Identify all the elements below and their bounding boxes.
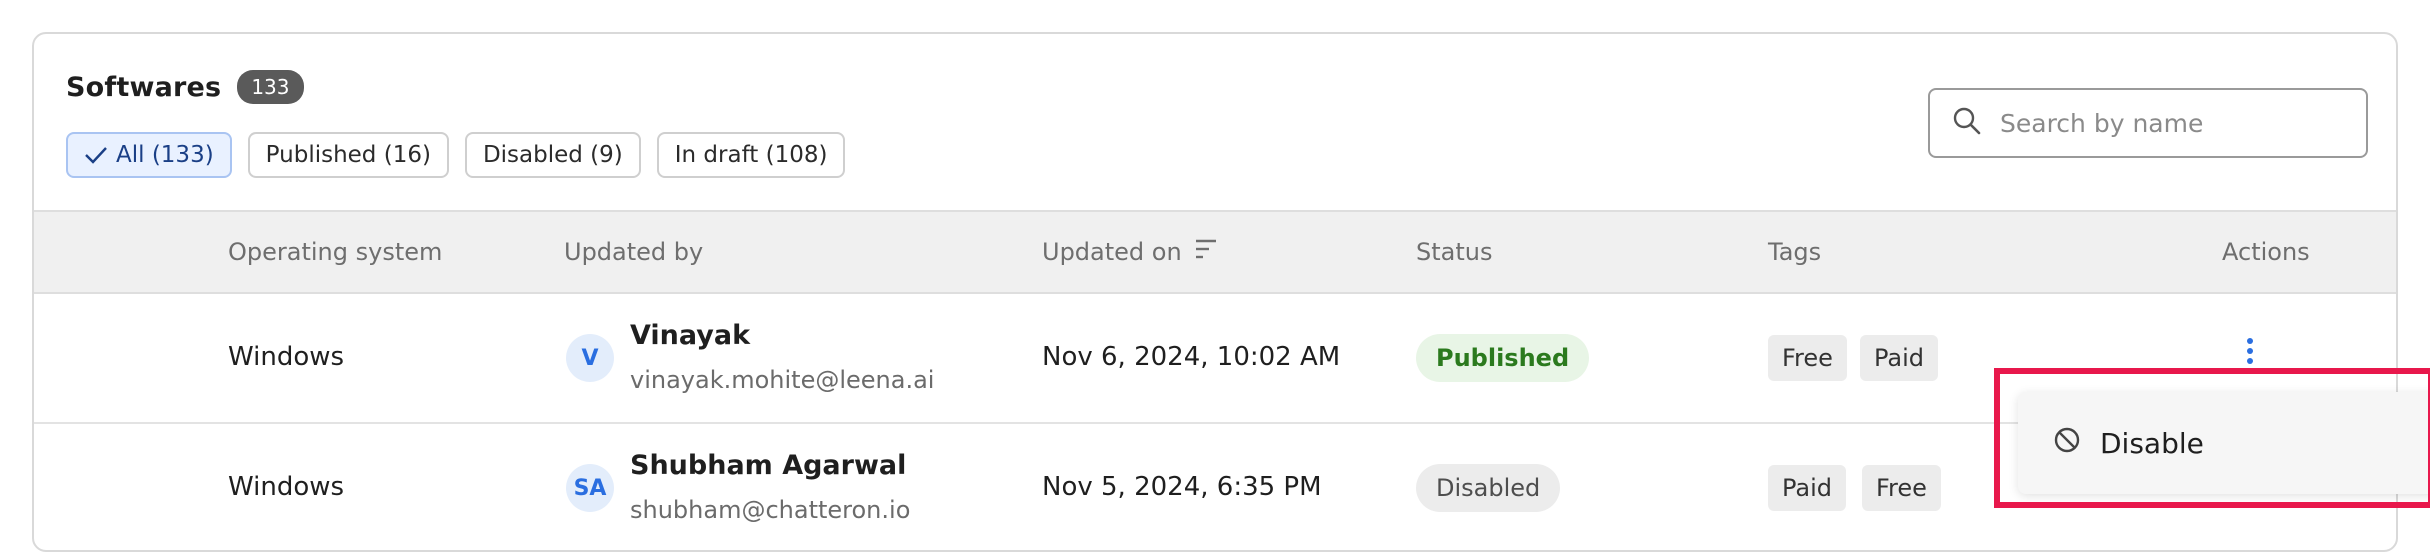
highlight-box [1994,368,2430,508]
search-icon [1952,106,1982,140]
avatar: V [566,334,614,382]
filter-published-label: Published (16) [265,142,431,168]
user-email: shubham@chatteron.io [630,496,911,524]
filter-in-draft[interactable]: In draft (108) [656,132,846,178]
column-tags: Tags [1768,238,1822,266]
more-actions-icon[interactable] [2247,338,2253,364]
updated-on-cell: Nov 5, 2024, 6:35 PM [1042,472,1322,502]
os-cell: Windows [228,472,345,502]
filter-disabled[interactable]: Disabled (9) [464,132,641,178]
status-badge: Published [1416,334,1590,382]
tag-chip: Free [1768,335,1847,381]
tag-chip: Paid [1860,335,1939,381]
table-header: Operating system Updated by Updated on S… [34,210,2396,294]
filter-all[interactable]: All (133) [66,132,232,178]
status-badge: Disabled [1416,464,1561,512]
count-badge: 133 [237,70,304,104]
tag-chip: Free [1862,465,1941,511]
filter-all-label: All (133) [116,142,214,168]
filter-disabled-label: Disabled (9) [482,142,623,168]
column-os: Operating system [228,238,443,266]
filter-published[interactable]: Published (16) [247,132,449,178]
page-title: Softwares [66,71,222,103]
os-cell: Windows [228,342,345,372]
tag-chip: Paid [1768,465,1847,511]
column-status: Status [1416,238,1493,266]
title-row: Softwares 133 [66,70,304,104]
check-icon [84,145,108,165]
sort-icon[interactable] [1194,238,1218,266]
column-actions: Actions [2222,238,2310,266]
avatar: SA [566,464,614,512]
user-email: vinayak.mohite@leena.ai [630,366,935,394]
user-name: Vinayak [630,320,751,351]
column-updated-on[interactable]: Updated on [1042,238,1218,266]
filter-chips: All (133) Published (16) Disabled (9) In… [66,132,846,178]
updated-on-cell: Nov 6, 2024, 10:02 AM [1042,342,1341,372]
search-input[interactable] [1998,107,2342,139]
filter-in-draft-label: In draft (108) [674,142,828,168]
column-updated-by: Updated by [564,238,704,266]
user-name: Shubham Agarwal [630,450,907,481]
search-box[interactable] [1928,88,2368,158]
column-updated-on-label: Updated on [1042,238,1182,266]
